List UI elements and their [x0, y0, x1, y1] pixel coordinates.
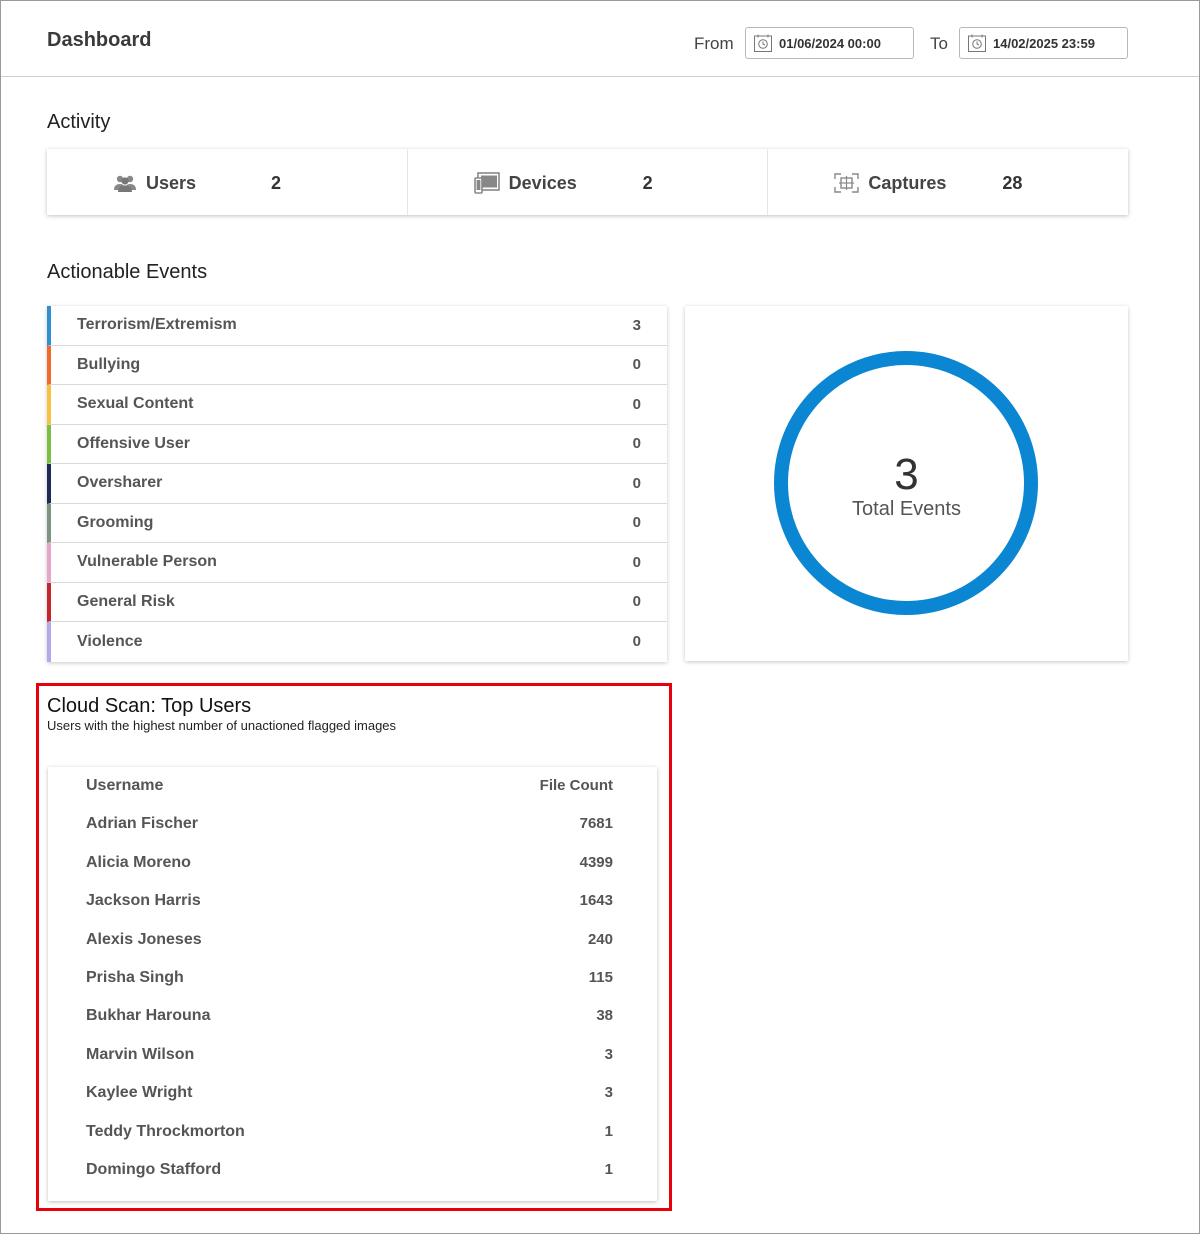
top-users-table: Username File Count Adrian Fischer 7681 Al… — [48, 767, 657, 1201]
table-row[interactable]: Domingo Stafford 1 — [48, 1151, 657, 1189]
calendar-clock-icon — [968, 34, 986, 52]
event-name: General Risk — [77, 592, 175, 610]
activity-devices[interactable]: Devices 2 — [408, 149, 769, 215]
dashboard-window: Dashboard From 01/06/2024 00:00 To 14/02… — [0, 0, 1200, 1234]
event-row[interactable]: Terrorism/Extremism 3 — [47, 306, 667, 346]
file-count-cell: 7681 — [579, 815, 613, 833]
actionable-events-list: Terrorism/Extremism 3 Bullying 0 Sexual Cont… — [47, 306, 667, 662]
event-name: Sexual Content — [77, 395, 194, 413]
column-header-file-count[interactable]: File Count — [540, 777, 613, 794]
activity-title: Activity — [47, 111, 111, 133]
total-events-label: Total Events — [852, 498, 961, 520]
file-count-cell: 1643 — [579, 892, 613, 910]
table-row[interactable]: Marvin Wilson 3 — [48, 1036, 657, 1074]
total-events-count: 3 — [894, 450, 919, 499]
activity-captures[interactable]: Captures 28 — [768, 149, 1128, 215]
to-label: To — [930, 34, 948, 53]
from-label: From — [694, 34, 734, 53]
actionable-events-title: Actionable Events — [47, 261, 208, 283]
table-row[interactable]: Teddy Throckmorton 1 — [48, 1113, 657, 1151]
table-row[interactable]: Jackson Harris 1643 — [48, 882, 657, 920]
from-date-value: 01/06/2024 00:00 — [779, 35, 881, 51]
activity-devices-count: 2 — [642, 173, 653, 193]
activity-users-label: Users — [146, 173, 197, 193]
table-row[interactable]: Adrian Fischer 7681 — [48, 805, 657, 843]
username-cell: Bukhar Harouna — [86, 1007, 211, 1025]
event-name: Oversharer — [77, 474, 163, 492]
event-count: 0 — [632, 356, 641, 374]
username-cell: Adrian Fischer — [86, 815, 199, 833]
table-row[interactable]: Kaylee Wright 3 — [48, 1074, 657, 1112]
file-count-cell: 1 — [604, 1161, 613, 1178]
event-count: 0 — [632, 474, 641, 492]
event-row[interactable]: General Risk 0 — [47, 582, 667, 622]
calendar-clock-icon — [754, 34, 772, 52]
file-count-cell: 38 — [596, 1007, 613, 1025]
table-row[interactable]: Alexis Joneses 240 — [48, 921, 657, 959]
cloud-scan-title: Cloud Scan: Top Users — [47, 695, 252, 717]
username-cell: Marvin Wilson — [86, 1045, 195, 1063]
username-cell: Teddy Throckmorton — [86, 1122, 245, 1140]
activity-users-count: 2 — [271, 173, 282, 193]
table-row[interactable]: Bukhar Harouna 38 — [48, 997, 657, 1035]
page-title: Dashboard — [47, 29, 152, 51]
event-name: Violence — [77, 632, 143, 650]
event-name: Terrorism/Extremism — [77, 316, 237, 334]
event-name: Offensive User — [77, 434, 190, 452]
users-icon — [114, 175, 136, 192]
event-row[interactable]: Bullying 0 — [47, 345, 667, 385]
file-count-cell: 1 — [604, 1122, 613, 1140]
event-count: 0 — [632, 395, 641, 413]
event-row[interactable]: Sexual Content 0 — [47, 385, 667, 425]
file-count-cell: 3 — [604, 1084, 613, 1102]
file-count-cell: 115 — [588, 969, 613, 986]
event-count: 3 — [632, 316, 641, 334]
event-count: 0 — [632, 633, 641, 651]
username-cell: Prisha Singh — [86, 969, 184, 986]
username-cell: Domingo Stafford — [86, 1161, 222, 1178]
activity-captures-count: 28 — [1002, 173, 1023, 193]
file-count-cell: 3 — [604, 1045, 613, 1063]
header-bar: Dashboard From 01/06/2024 00:00 To 14/02… — [1, 1, 1199, 77]
activity-captures-label: Captures — [868, 173, 947, 193]
event-count: 0 — [632, 553, 641, 571]
event-count: 0 — [632, 514, 641, 532]
event-row[interactable]: Violence 0 — [47, 622, 667, 662]
event-row[interactable]: Offensive User 0 — [47, 424, 667, 464]
username-cell: Alexis Joneses — [86, 930, 202, 948]
event-count: 0 — [632, 593, 641, 611]
event-row[interactable]: Oversharer 0 — [47, 464, 667, 504]
event-name: Grooming — [77, 513, 154, 531]
devices-icon — [473, 172, 500, 194]
username-cell: Alicia Moreno — [86, 853, 191, 871]
table-row[interactable]: Alicia Moreno 4399 — [48, 844, 657, 882]
event-row[interactable]: Vulnerable Person 0 — [47, 543, 667, 583]
username-cell: Jackson Harris — [86, 892, 201, 910]
activity-summary: Users 2 Devices 2 Captures 28 — [47, 149, 1128, 215]
event-name: Vulnerable Person — [77, 553, 217, 571]
total-events-card: 3 Total Events — [685, 306, 1128, 661]
event-row[interactable]: Grooming 0 — [47, 503, 667, 543]
to-date-value: 14/02/2025 23:59 — [993, 35, 1095, 51]
column-header-username[interactable]: Username — [86, 777, 163, 795]
file-count-cell: 4399 — [579, 853, 613, 871]
cloud-scan-subtitle: Users with the highest number of unactio… — [47, 718, 397, 733]
username-cell: Kaylee Wright — [86, 1084, 193, 1102]
captures-icon — [834, 173, 860, 193]
activity-devices-label: Devices — [508, 173, 577, 193]
from-date-input[interactable]: 01/06/2024 00:00 — [745, 27, 914, 59]
event-count: 0 — [632, 435, 641, 453]
table-header-row: Username File Count — [48, 767, 657, 805]
to-date-input[interactable]: 14/02/2025 23:59 — [959, 27, 1128, 59]
event-name: Bullying — [77, 355, 141, 373]
table-row[interactable]: Prisha Singh 115 — [48, 959, 657, 997]
activity-users[interactable]: Users 2 — [47, 149, 408, 215]
file-count-cell: 240 — [587, 930, 613, 948]
